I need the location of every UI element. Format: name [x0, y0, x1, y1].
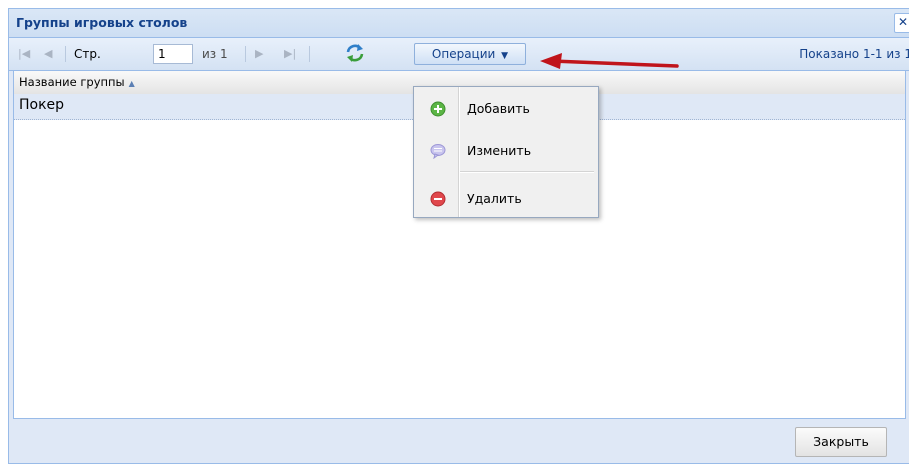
chevron-down-icon: ▼: [501, 51, 509, 61]
prev-page-icon[interactable]: ◀: [44, 47, 52, 60]
toolbar-separator: [309, 46, 310, 62]
title-bar: Группы игровых столов ✕: [9, 9, 909, 38]
close-button[interactable]: Закрыть: [795, 427, 887, 457]
paging-status: Показано 1-1 из 1: [799, 47, 909, 61]
last-page-icon[interactable]: ▶|: [284, 47, 296, 60]
menu-item-add[interactable]: Добавить: [414, 91, 598, 127]
menu-item-label: Добавить: [467, 101, 530, 116]
first-page-icon[interactable]: |◀: [18, 47, 30, 60]
operations-button[interactable]: Операции ▼: [414, 43, 526, 65]
menu-item-delete[interactable]: Удалить: [414, 181, 598, 217]
dialog-window: Группы игровых столов ✕ |◀ ◀ Стр. из 1 ▶…: [8, 8, 909, 464]
toolbar-separator: [245, 46, 246, 62]
menu-item-edit[interactable]: Изменить: [414, 133, 598, 169]
paging-toolbar: |◀ ◀ Стр. из 1 ▶ ▶| Операции ▼ Показано …: [9, 38, 909, 71]
operations-menu: Добавить Изменить Удалить: [413, 86, 599, 218]
column-header-label: Название группы: [19, 75, 125, 89]
window-title: Группы игровых столов: [16, 15, 188, 30]
add-icon: [430, 101, 446, 120]
close-window-button[interactable]: ✕: [894, 13, 909, 33]
sort-ascending-icon: ▲: [128, 79, 135, 88]
group-name-cell: Покер: [19, 97, 65, 113]
page-label: Стр.: [74, 47, 101, 61]
operations-label: Операции: [431, 47, 496, 61]
page-count-label: из 1: [202, 47, 228, 61]
edit-icon: [430, 143, 446, 162]
page-number-input[interactable]: [153, 44, 193, 64]
menu-item-label: Удалить: [467, 191, 522, 206]
next-page-icon[interactable]: ▶: [255, 47, 263, 60]
toolbar-separator: [65, 46, 66, 62]
menu-item-label: Изменить: [467, 143, 532, 158]
refresh-icon[interactable]: [344, 42, 366, 67]
delete-icon: [430, 191, 446, 210]
menu-separator: [460, 171, 594, 173]
column-header-group-name[interactable]: Название группы ▲: [19, 75, 135, 89]
